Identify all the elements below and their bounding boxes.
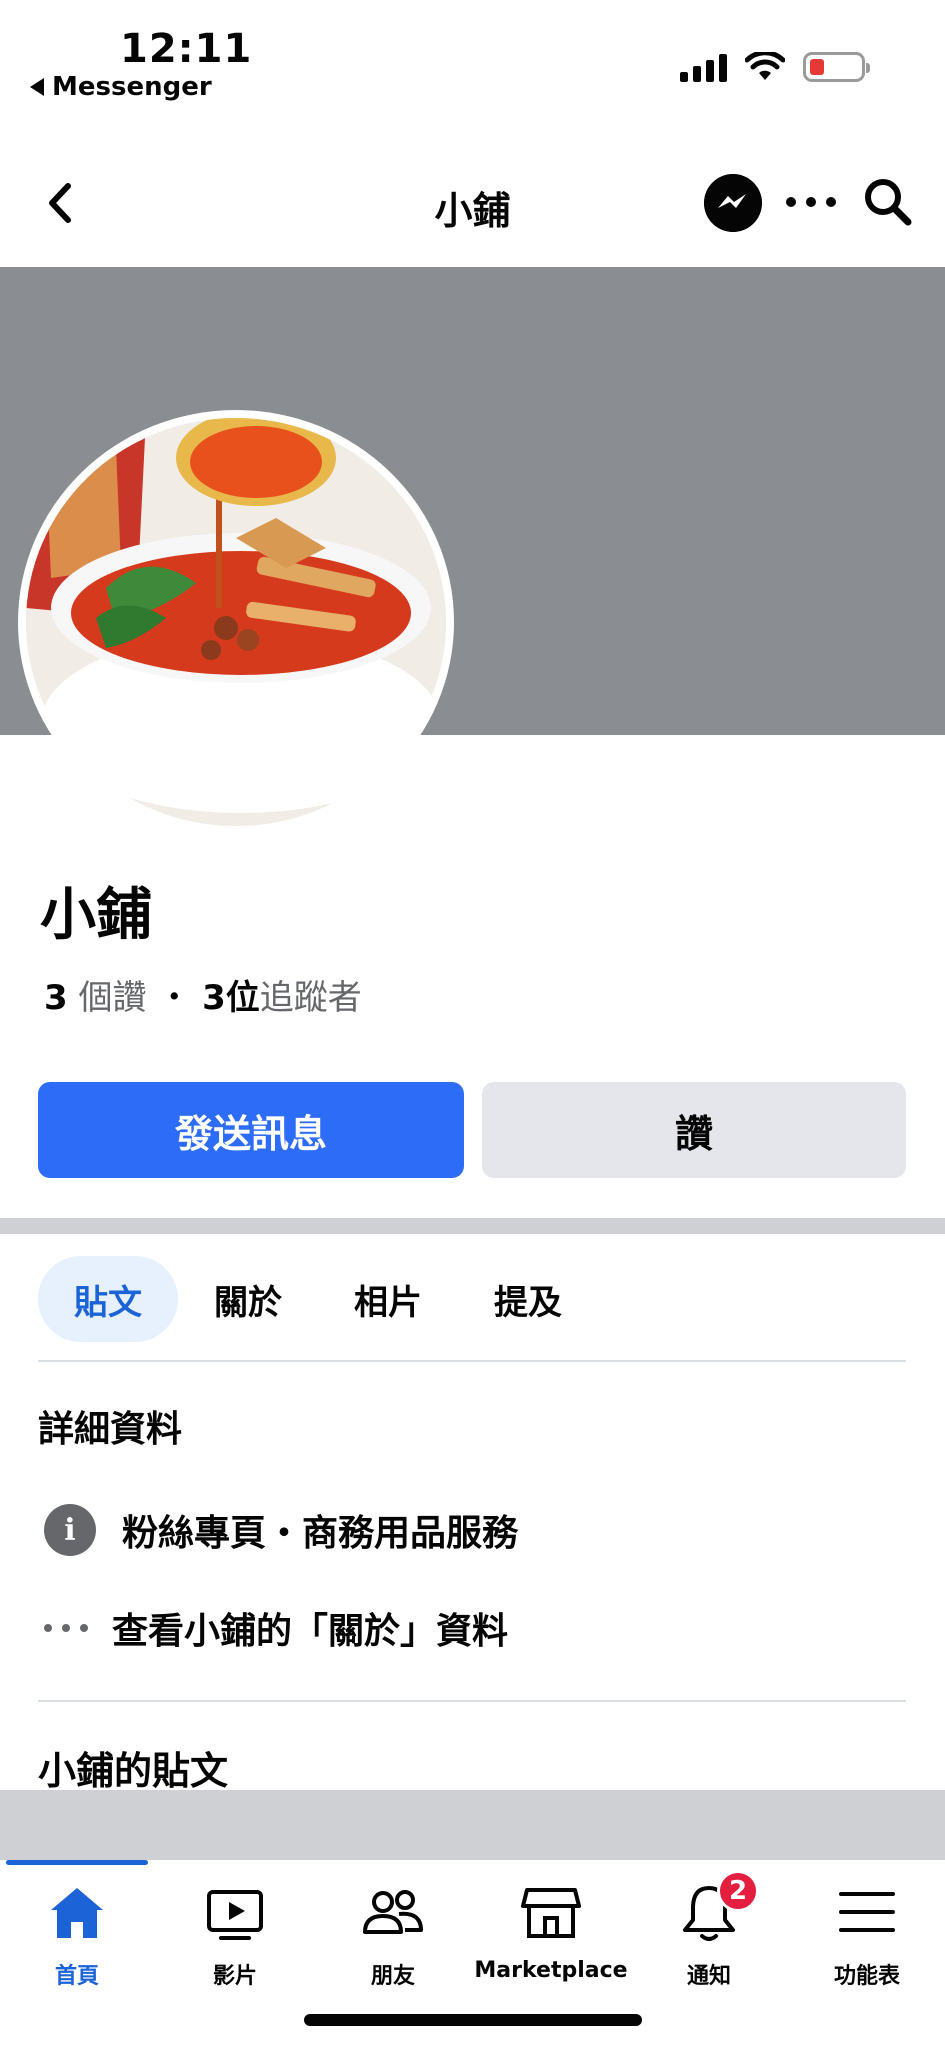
likes-count: 3 — [44, 978, 68, 1018]
see-about-link[interactable]: 查看小鋪的「關於」資料 — [112, 1602, 508, 1654]
status-bar: 12:11 Messenger — [0, 0, 945, 120]
bottom-tab-marketplace[interactable]: Marketplace — [472, 1880, 630, 1983]
back-to-app-link[interactable]: Messenger — [30, 72, 212, 102]
search-icon[interactable] — [860, 174, 916, 230]
tab-posts[interactable]: 貼文 — [38, 1256, 178, 1342]
likes-label[interactable]: 個讚 — [78, 978, 146, 1018]
tab-mentions[interactable]: 提及 — [458, 1256, 598, 1342]
details-title: 詳細資料 — [38, 1409, 183, 1450]
active-tab-indicator — [6, 1860, 148, 1865]
bottom-tab-friends[interactable]: 朋友 — [314, 1880, 472, 1990]
status-time: 12:11 — [120, 26, 253, 72]
status-icons — [680, 52, 870, 82]
followers-count: 3 — [202, 978, 226, 1018]
cellular-signal-icon — [680, 52, 727, 82]
more-dots-icon — [44, 1602, 88, 1654]
info-icon: i — [44, 1504, 96, 1556]
menu-icon — [839, 1892, 895, 1932]
tab-about[interactable]: 關於 — [178, 1256, 318, 1342]
followers-label[interactable]: 追蹤者 — [260, 978, 362, 1018]
page-stats: 3 個讚 ・ 3位追蹤者 — [44, 970, 362, 1019]
bottom-tab-label: Marketplace — [474, 1958, 628, 1983]
like-button[interactable]: 讚 — [482, 1082, 906, 1178]
tab-photos[interactable]: 相片 — [318, 1256, 458, 1342]
top-nav: 小鋪 — [0, 140, 945, 265]
notification-badge: 2 — [717, 1870, 759, 1912]
home-indicator[interactable] — [304, 2014, 642, 2026]
bell-icon-wrap: 2 — [677, 1870, 759, 1944]
details-divider — [38, 1700, 906, 1702]
profile-tabs: 貼文 關於 相片 提及 — [38, 1256, 598, 1342]
detail-category: 粉絲專頁・商務用品服務 — [122, 1513, 519, 1554]
detail-see-about-row[interactable]: 查看小鋪的「關於」資料 — [44, 1602, 508, 1654]
bottom-tab-label: 影片 — [212, 1964, 257, 1989]
more-options-icon[interactable] — [786, 182, 836, 222]
bottom-tab-label: 朋友 — [370, 1964, 415, 1989]
bottom-tab-notifications[interactable]: 2 通知 — [630, 1870, 788, 1990]
bottom-tab-label: 首頁 — [54, 1964, 99, 1989]
back-triangle-icon — [30, 78, 44, 96]
bottom-tab-home[interactable]: 首頁 — [0, 1880, 156, 1990]
battery-icon — [803, 52, 870, 82]
followers-unit: 位 — [225, 978, 260, 1018]
bottom-tab-label: 通知 — [686, 1964, 731, 1989]
tabs-divider — [38, 1360, 906, 1362]
video-icon — [207, 1890, 263, 1940]
bottom-tab-video[interactable]: 影片 — [156, 1880, 314, 1990]
detail-category-row: i 粉絲專頁・商務用品服務 — [44, 1504, 518, 1556]
posts-section-title: 小鋪的貼文 — [38, 1749, 229, 1793]
marketplace-icon — [521, 1888, 581, 1938]
send-message-button[interactable]: 發送訊息 — [38, 1082, 464, 1178]
wifi-icon — [745, 52, 785, 80]
posts-gray-band — [0, 1790, 945, 1860]
bottom-tab-label: 功能表 — [833, 1964, 900, 1989]
messenger-icon[interactable] — [704, 174, 762, 232]
back-app-label: Messenger — [52, 72, 212, 102]
home-icon — [51, 1888, 103, 1938]
section-divider — [0, 1218, 945, 1234]
bottom-tab-menu[interactable]: 功能表 — [788, 1880, 945, 1990]
profile-picture[interactable] — [26, 418, 446, 826]
friends-icon — [363, 1890, 423, 1934]
page-name: 小鋪 — [40, 883, 152, 948]
stats-separator: ・ — [157, 978, 192, 1018]
